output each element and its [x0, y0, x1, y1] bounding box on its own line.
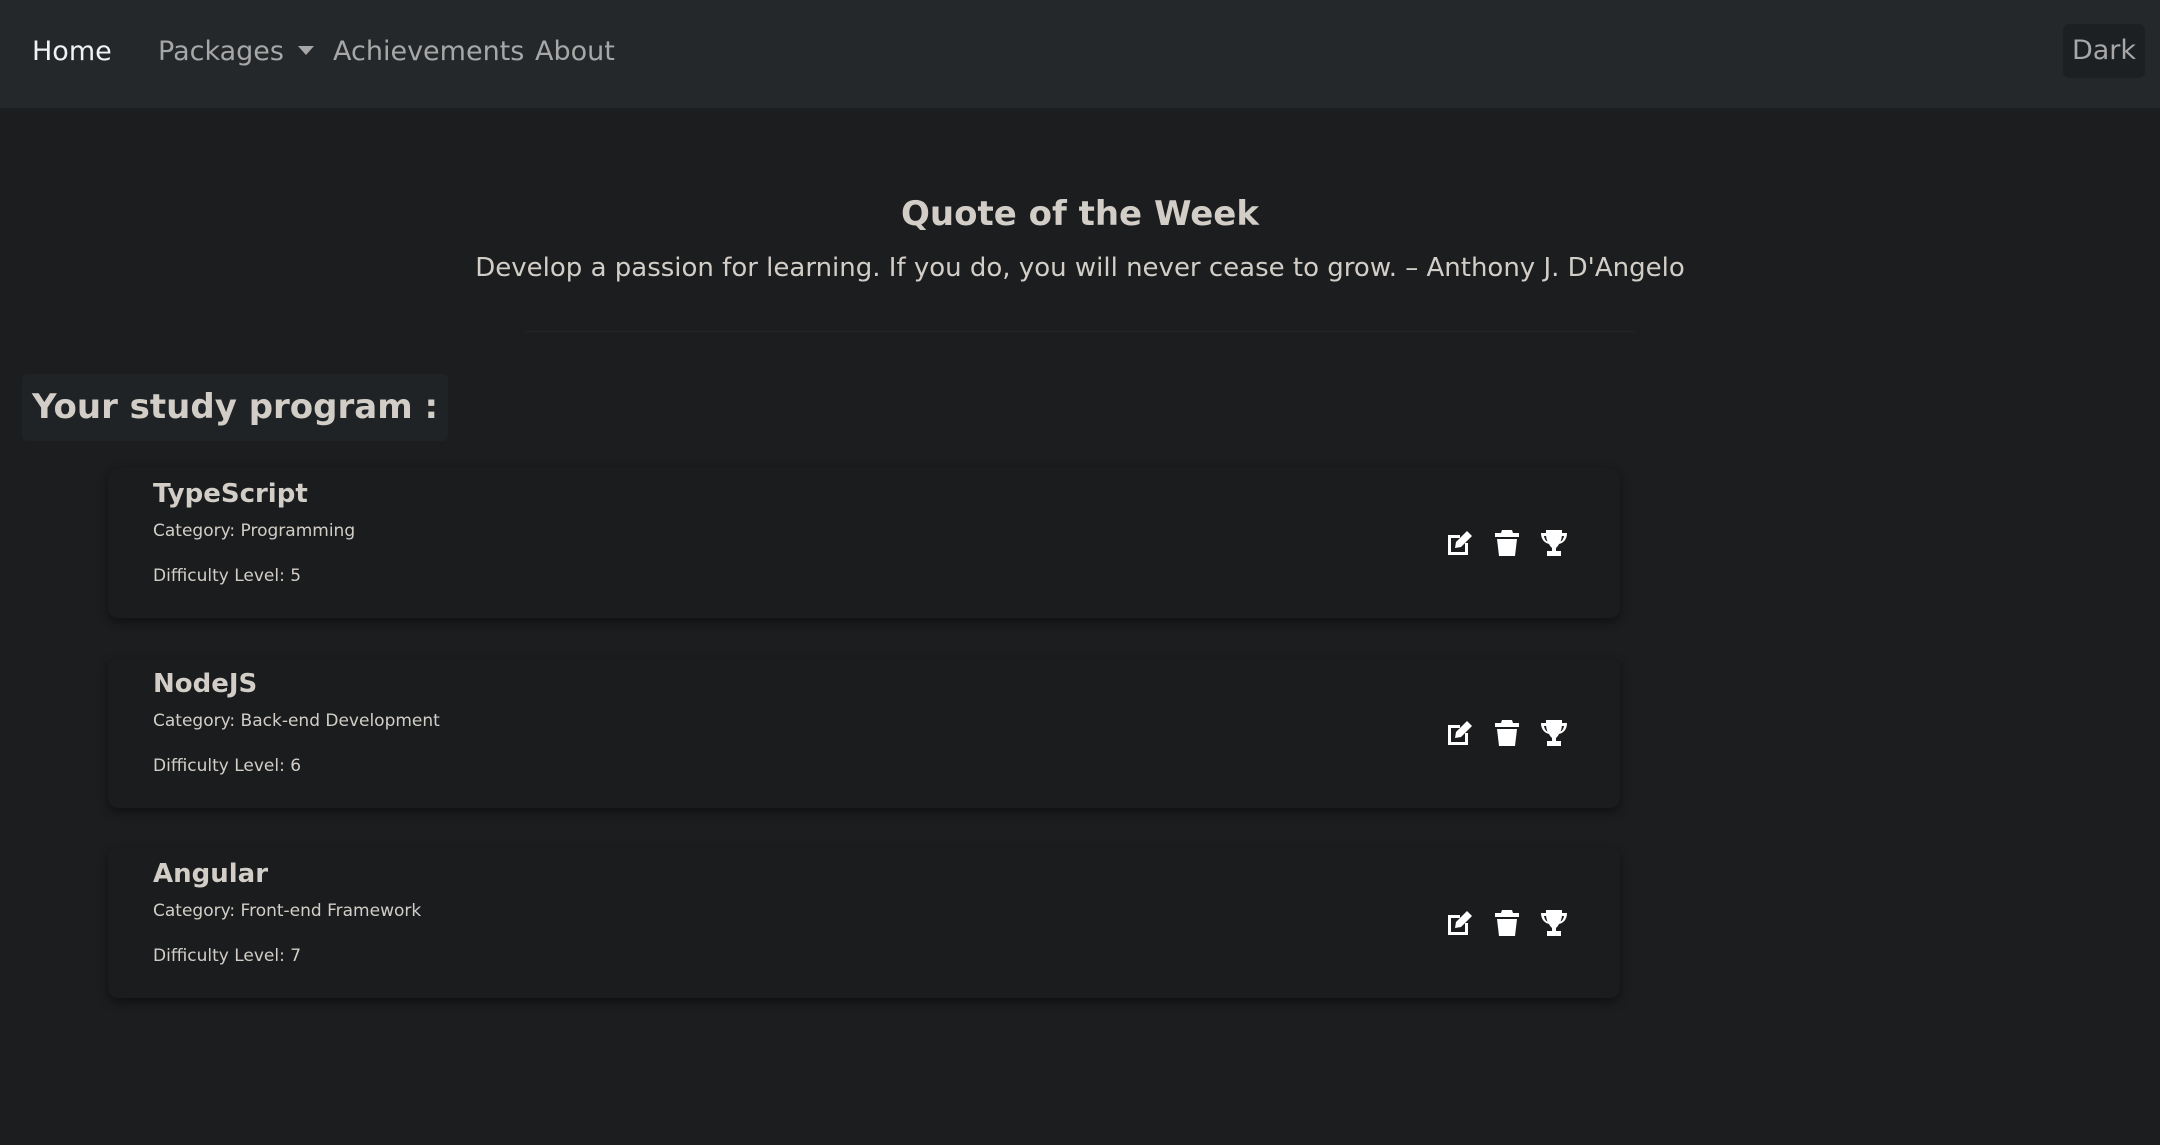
program-card-title: Angular [153, 859, 269, 889]
top-navbar: Home Packages Achievements About Dark [0, 0, 2160, 108]
trash-icon[interactable] [1492, 908, 1522, 938]
trophy-icon[interactable] [1539, 908, 1569, 938]
program-card-title: NodeJS [153, 669, 258, 699]
trash-icon[interactable] [1492, 718, 1522, 748]
program-card-category: Category: Back-end Development [153, 711, 440, 731]
trash-icon[interactable] [1492, 528, 1522, 558]
program-card-category: Category: Front-end Framework [153, 901, 422, 921]
trophy-icon[interactable] [1539, 528, 1569, 558]
program-card-difficulty: Difficulty Level: 7 [153, 946, 302, 966]
edit-icon[interactable] [1445, 528, 1475, 558]
edit-icon[interactable] [1445, 908, 1475, 938]
program-card-title: TypeScript [153, 479, 308, 509]
program-card: NodeJS Category: Back-end Development Di… [108, 658, 1620, 808]
program-card: TypeScript Category: Programming Difficu… [108, 468, 1620, 618]
trophy-icon[interactable] [1539, 718, 1569, 748]
edit-icon[interactable] [1445, 718, 1475, 748]
quote-title: Quote of the Week [901, 194, 1259, 234]
program-card-category: Category: Programming [153, 521, 356, 541]
study-program-heading: Your study program : [22, 374, 449, 441]
caret-down-icon [297, 46, 314, 55]
nav-achievements-link[interactable]: Achievements [333, 34, 524, 70]
nav-home-link[interactable]: Home [32, 34, 112, 70]
nav-packages-dropdown[interactable]: Packages [158, 34, 314, 70]
nav-packages-label: Packages [158, 36, 284, 67]
quote-text: Develop a passion for learning. If you d… [475, 253, 1685, 283]
theme-toggle-button[interactable]: Dark [2063, 24, 2145, 78]
program-card-difficulty: Difficulty Level: 6 [153, 756, 302, 776]
program-card: Angular Category: Front-end Framework Di… [108, 848, 1620, 998]
program-card-difficulty: Difficulty Level: 5 [153, 566, 302, 586]
nav-about-link[interactable]: About [535, 34, 615, 70]
divider [525, 331, 1635, 332]
